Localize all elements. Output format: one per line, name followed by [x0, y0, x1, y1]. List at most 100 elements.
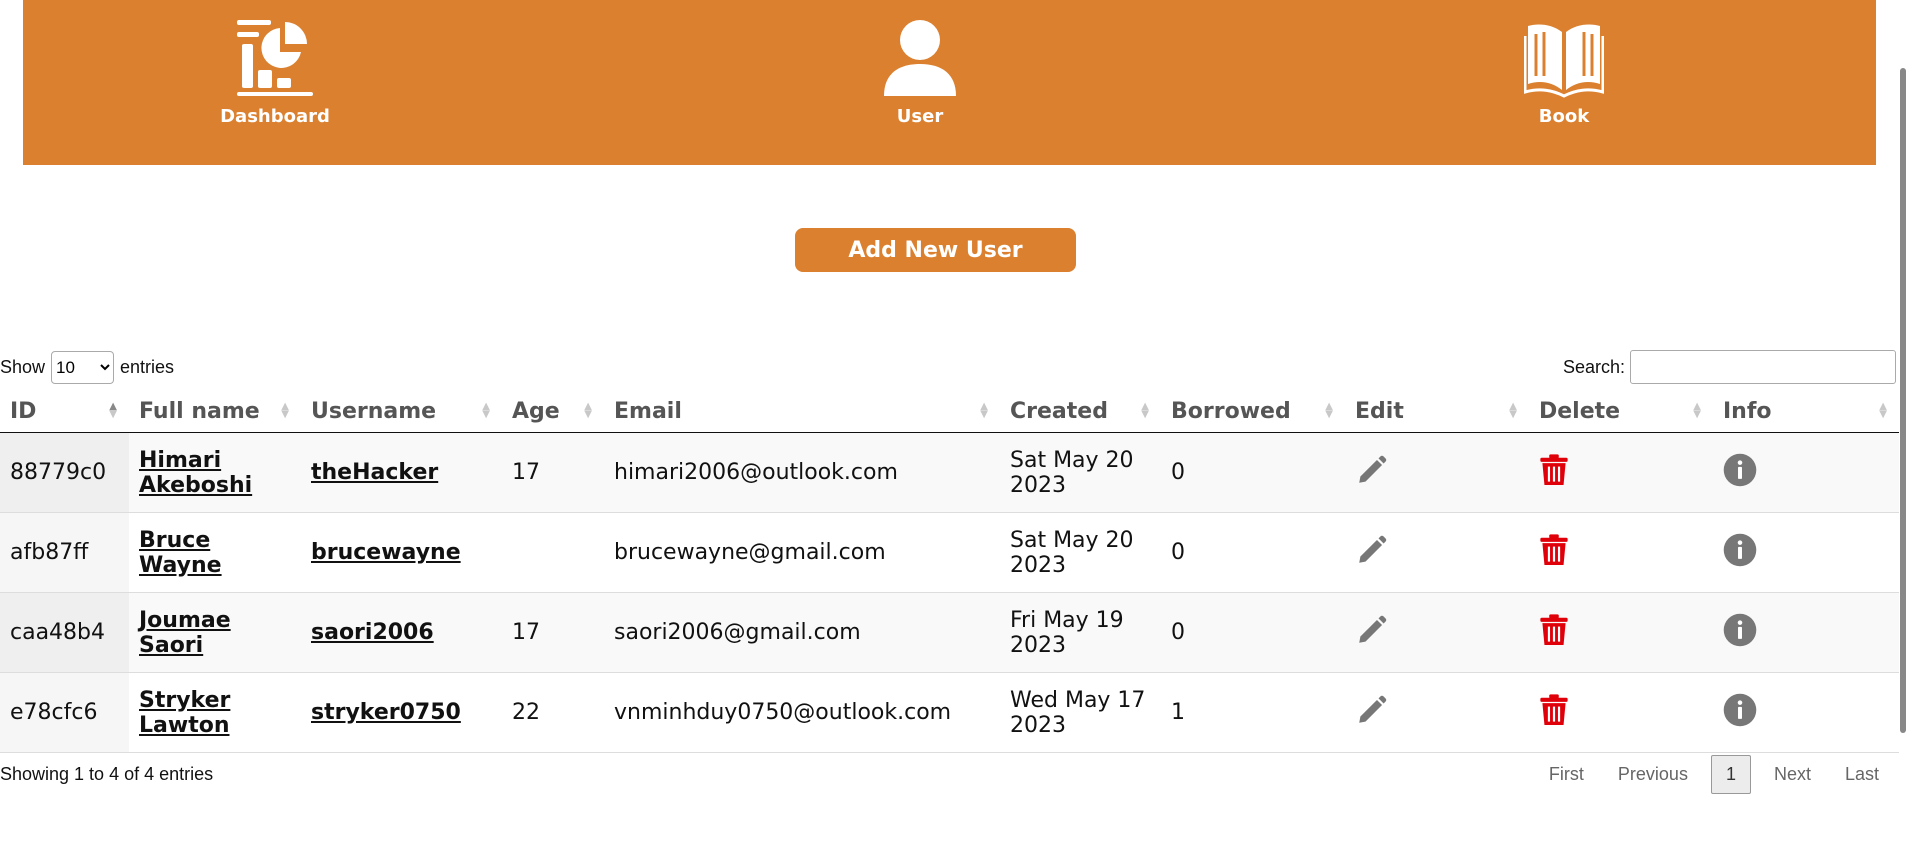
- sort-icon: ▲ ▼: [1693, 401, 1701, 420]
- cell-id: e78cfc6: [0, 672, 129, 753]
- entries-select[interactable]: 10: [51, 351, 115, 384]
- created-year: 2023: [1010, 712, 1066, 738]
- username-link[interactable]: brucewayne: [311, 540, 461, 565]
- created-year: 2023: [1010, 632, 1066, 658]
- user-icon: [884, 20, 956, 96]
- created-date: Wed May 17: [1010, 687, 1146, 713]
- last-name: Saori: [139, 632, 204, 658]
- info-icon[interactable]: [1723, 613, 1757, 653]
- cell-info: [1713, 432, 1899, 513]
- cell-age: 17: [502, 592, 604, 673]
- entries-length-control: Show 10 entries: [0, 351, 174, 384]
- previous-page-button[interactable]: Previous: [1601, 756, 1705, 793]
- cell-age: 17: [502, 432, 604, 513]
- col-header-fullname[interactable]: Full name ▲ ▼: [129, 390, 301, 433]
- first-name: Stryker: [139, 687, 231, 713]
- last-name: Akeboshi: [139, 472, 253, 498]
- col-header-created[interactable]: Created ▲ ▼: [1000, 390, 1161, 433]
- cell-username: theHacker: [301, 432, 502, 513]
- col-header-label: Delete: [1539, 398, 1621, 424]
- nav-user-label: User: [896, 106, 944, 127]
- info-icon[interactable]: [1723, 693, 1757, 733]
- cell-username: saori2006: [301, 592, 502, 673]
- cell-edit: [1345, 432, 1529, 513]
- fullname-link[interactable]: Joumae Saori: [139, 608, 231, 658]
- cell-delete: [1529, 672, 1713, 753]
- delete-trash-icon[interactable]: [1539, 453, 1569, 493]
- col-header-borrowed[interactable]: Borrowed ▲ ▼: [1161, 390, 1345, 433]
- sort-icon: ▲ ▼: [109, 401, 117, 420]
- first-page-button[interactable]: First: [1532, 756, 1601, 793]
- next-page-button[interactable]: Next: [1757, 756, 1828, 793]
- created-date: Fri May 19: [1010, 607, 1124, 633]
- cell-created: Fri May 19 2023: [1000, 592, 1161, 673]
- edit-pencil-icon[interactable]: [1355, 453, 1389, 493]
- col-header-label: Full name: [139, 398, 260, 424]
- username-link[interactable]: saori2006: [311, 620, 434, 645]
- last-name: Lawton: [139, 712, 230, 738]
- username-link[interactable]: theHacker: [311, 460, 438, 485]
- cell-email: saori2006@gmail.com: [604, 592, 1000, 673]
- fullname-link[interactable]: Stryker Lawton: [139, 688, 230, 738]
- fullname-link[interactable]: Bruce Wayne: [139, 528, 222, 578]
- search-label: Search:: [1562, 356, 1625, 377]
- col-header-label: Username: [311, 398, 437, 424]
- cell-fullname: Joumae Saori: [129, 592, 301, 673]
- created-year: 2023: [1010, 472, 1066, 498]
- col-header-label: Borrowed: [1171, 398, 1291, 424]
- cell-delete: [1529, 592, 1713, 673]
- table-header-row: ID ▲ ▼ Full name ▲ ▼ Username ▲ ▼ Age ▲ ▼ Email ▲…: [0, 390, 1899, 433]
- nav-book[interactable]: Book: [1464, 0, 1664, 127]
- info-icon[interactable]: [1723, 453, 1757, 493]
- col-header-username[interactable]: Username ▲ ▼: [301, 390, 502, 433]
- cell-fullname: Himari Akeboshi: [129, 432, 301, 513]
- add-new-user-button[interactable]: Add New User: [795, 228, 1076, 272]
- table-row: afb87ff Bruce Wayne brucewayne brucewayne@gm…: [0, 512, 1899, 593]
- cell-borrowed: 0: [1161, 592, 1345, 673]
- cell-email: vnminhduy0750@outlook.com: [604, 672, 1000, 753]
- show-label: Show: [0, 357, 46, 377]
- col-header-label: Age: [512, 398, 560, 424]
- edit-pencil-icon[interactable]: [1355, 533, 1389, 573]
- scrollbar[interactable]: [1900, 68, 1906, 733]
- delete-trash-icon[interactable]: [1539, 613, 1569, 653]
- first-name: Bruce: [139, 527, 211, 553]
- col-header-age[interactable]: Age ▲ ▼: [502, 390, 604, 433]
- top-navbar: Dashboard User Book: [23, 0, 1876, 165]
- info-icon[interactable]: [1723, 533, 1757, 573]
- last-page-button[interactable]: Last: [1828, 756, 1896, 793]
- entries-label: entries: [120, 357, 175, 377]
- sort-icon: ▲ ▼: [281, 401, 289, 420]
- col-header-label: ID: [10, 398, 37, 424]
- delete-trash-icon[interactable]: [1539, 533, 1569, 573]
- cell-age: 22: [502, 672, 604, 753]
- page-1-button[interactable]: 1: [1710, 755, 1751, 794]
- book-icon: [1524, 24, 1604, 98]
- cell-email: himari2006@outlook.com: [604, 432, 1000, 513]
- col-header-label: Edit: [1355, 398, 1404, 424]
- username-link[interactable]: stryker0750: [311, 700, 461, 725]
- sort-icon: ▲ ▼: [584, 401, 592, 420]
- search-input[interactable]: [1630, 350, 1896, 384]
- cell-fullname: Bruce Wayne: [129, 512, 301, 593]
- cell-info: [1713, 592, 1899, 673]
- col-header-info[interactable]: Info ▲ ▼: [1713, 390, 1899, 433]
- fullname-link[interactable]: Himari Akeboshi: [139, 448, 252, 498]
- sort-icon: ▲ ▼: [482, 401, 490, 420]
- delete-trash-icon[interactable]: [1539, 693, 1569, 733]
- cell-username: stryker0750: [301, 672, 502, 753]
- col-header-id[interactable]: ID ▲ ▼: [0, 390, 129, 433]
- table-row: 88779c0 Himari Akeboshi theHacker 17 himari20…: [0, 432, 1899, 513]
- col-header-edit[interactable]: Edit ▲ ▼: [1345, 390, 1529, 433]
- nav-user[interactable]: User: [820, 0, 1020, 127]
- cell-borrowed: 0: [1161, 432, 1345, 513]
- edit-pencil-icon[interactable]: [1355, 613, 1389, 653]
- last-name: Wayne: [139, 552, 222, 578]
- cell-id: caa48b4: [0, 592, 129, 673]
- col-header-email[interactable]: Email ▲ ▼: [604, 390, 1000, 433]
- edit-pencil-icon[interactable]: [1355, 693, 1389, 733]
- cell-info: [1713, 672, 1899, 753]
- col-header-delete[interactable]: Delete ▲ ▼: [1529, 390, 1713, 433]
- cell-id: 88779c0: [0, 432, 129, 513]
- nav-dashboard[interactable]: Dashboard: [175, 0, 375, 127]
